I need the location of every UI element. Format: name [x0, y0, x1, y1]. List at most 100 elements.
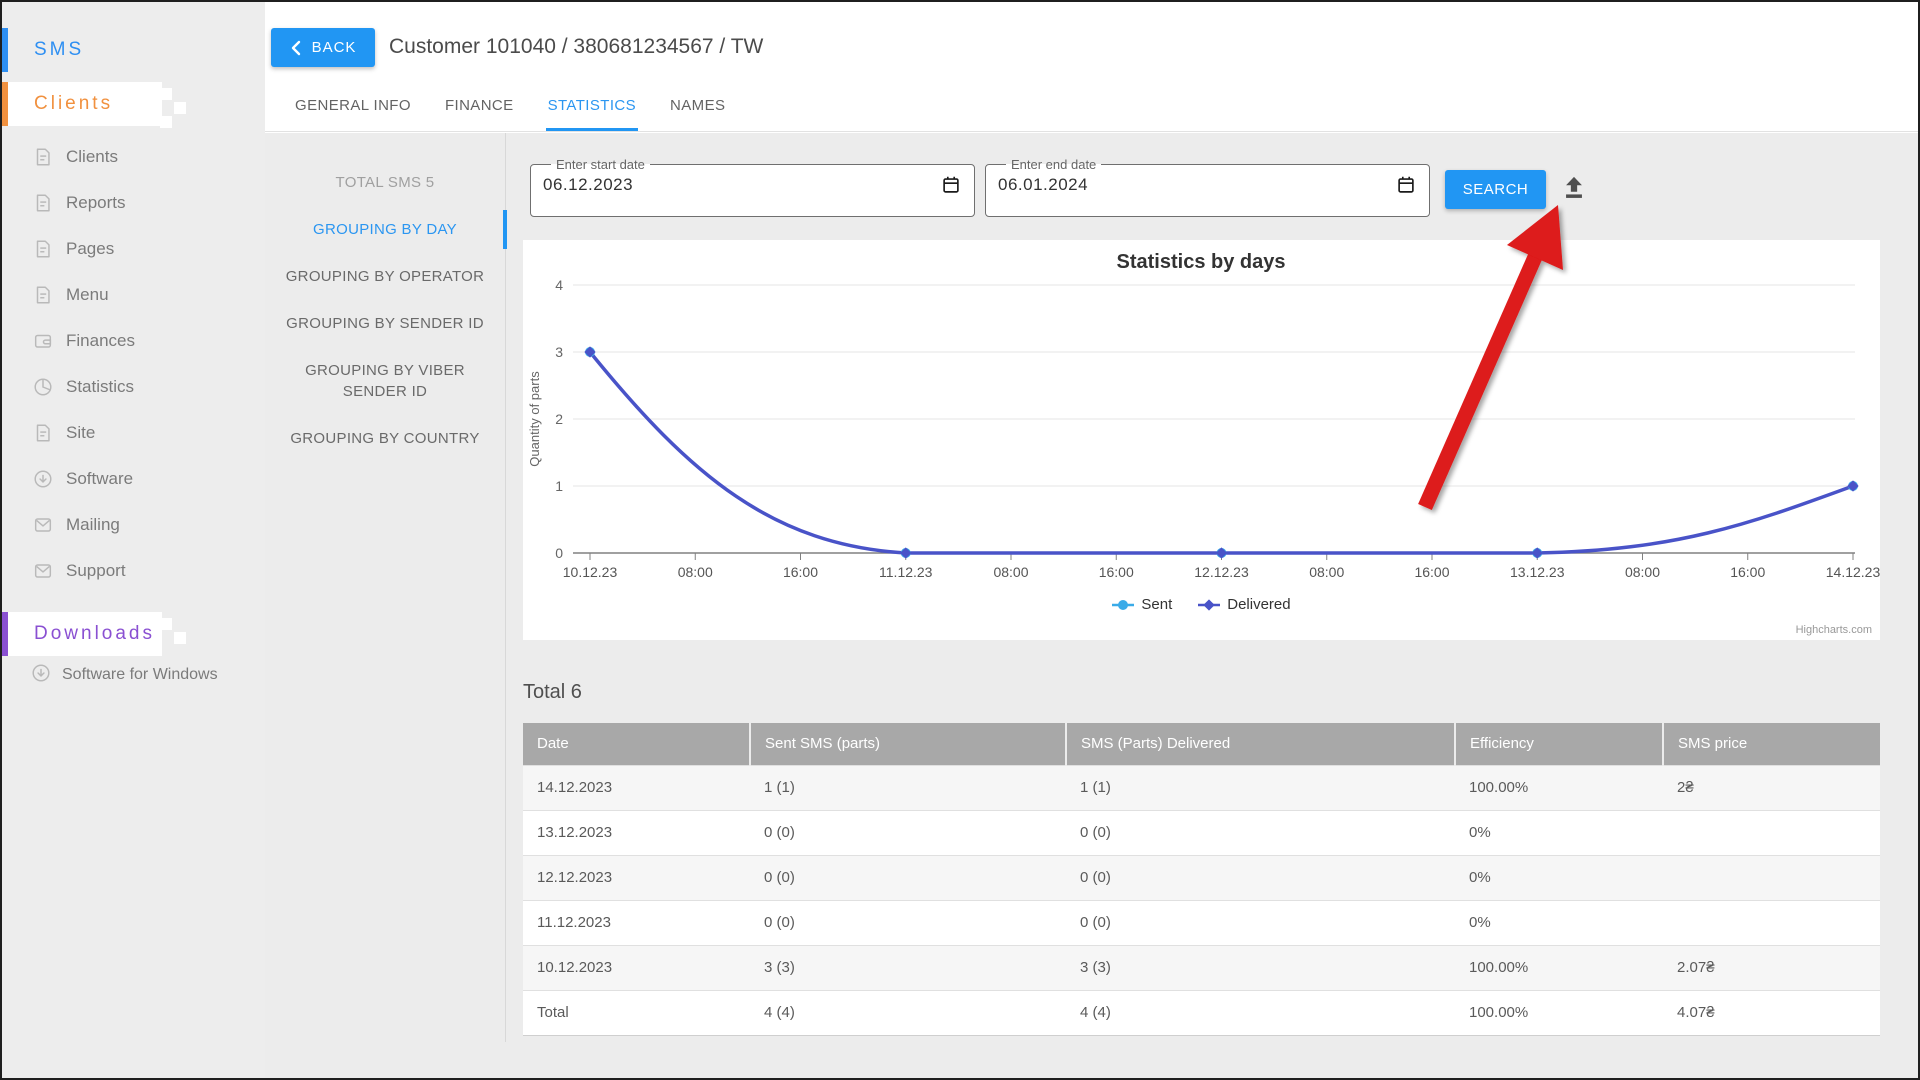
download-circle-icon — [30, 662, 52, 684]
calendar-icon[interactable] — [1395, 174, 1417, 196]
search-button[interactable]: SEARCH — [1445, 170, 1546, 209]
x-axis-tick-label: 16:00 — [783, 564, 818, 580]
table-total-heading: Total 6 — [523, 681, 582, 704]
table-cell: 4.07₴ — [1663, 990, 1880, 1035]
table-row: Total4 (4)4 (4)100.00%4.07₴ — [523, 990, 1880, 1035]
grouping-item-grouping-by-operator[interactable]: GROUPING BY OPERATOR — [265, 253, 505, 300]
table-cell: 0% — [1455, 855, 1663, 900]
x-axis-tick-label: 13.12.23 — [1510, 564, 1565, 580]
chevron-left-icon — [290, 39, 302, 57]
grouping-total-sms: TOTAL SMS 5 — [265, 159, 505, 206]
sidebar-item-label: Menu — [66, 285, 109, 305]
downloads-accent-bar — [2, 612, 8, 656]
export-upload-icon[interactable] — [1560, 173, 1588, 203]
sidebar-item-mailing[interactable]: Mailing — [2, 502, 265, 548]
document-icon — [32, 422, 54, 444]
y-axis-title: Quantity of parts — [527, 371, 542, 467]
delivered-data-point[interactable] — [1847, 480, 1858, 491]
table-cell: 0% — [1455, 900, 1663, 945]
table-cell: 0 (0) — [1066, 810, 1455, 855]
app-window: SMS Clients ClientsReportsPagesMenuFinan… — [0, 0, 1920, 1080]
sidebar-item-site[interactable]: Site — [2, 410, 265, 456]
envelope-icon — [32, 560, 54, 582]
sidebar-item-label: Pages — [66, 239, 114, 259]
start-date-field[interactable]: Enter start date — [530, 157, 975, 217]
start-date-input[interactable] — [543, 175, 903, 195]
y-axis-tick-label: 2 — [555, 411, 563, 427]
grouping-item-grouping-by-viber-sender-id[interactable]: GROUPING BY VIBER SENDER ID — [265, 347, 505, 415]
statistics-chart: 0123410.12.2308:0016:0011.12.2308:0016:0… — [523, 240, 1880, 640]
tab-statistics[interactable]: STATISTICS — [546, 85, 638, 131]
statistics-table: DateSent SMS (parts)SMS (Parts) Delivere… — [523, 723, 1880, 1036]
x-axis-tick-label: 11.12.23 — [879, 564, 933, 580]
back-button-label: BACK — [312, 39, 357, 56]
highcharts-credit[interactable]: Highcharts.com — [1796, 624, 1872, 636]
x-axis-tick-label: 08:00 — [678, 564, 713, 580]
sidebar-item-support[interactable]: Support — [2, 548, 265, 594]
chart-title: Statistics by days — [1117, 251, 1286, 273]
table-cell: 10.12.2023 — [523, 945, 750, 990]
sidebar-item-label: Support — [66, 561, 126, 581]
sidebar-item-pages[interactable]: Pages — [2, 226, 265, 272]
grouping-item-grouping-by-day[interactable]: GROUPING BY DAY — [265, 206, 505, 253]
document-icon — [32, 238, 54, 260]
sidebar-item-label: Statistics — [66, 377, 134, 397]
table-cell: Total — [523, 990, 750, 1035]
delivered-series-line[interactable] — [590, 352, 1853, 553]
delivered-data-point[interactable] — [1216, 547, 1227, 558]
column-header-date: Date — [523, 723, 750, 765]
sidebar-item-clients[interactable]: Clients — [2, 134, 265, 180]
chart-legend: Sent Delivered — [523, 596, 1880, 613]
pixel-decoration — [174, 632, 186, 644]
table-cell: 1 (1) — [750, 765, 1066, 810]
calendar-icon[interactable] — [940, 174, 962, 196]
delivered-data-point[interactable] — [900, 547, 911, 558]
delivered-data-point[interactable] — [1532, 547, 1543, 558]
table-cell: 0 (0) — [750, 900, 1066, 945]
sidebar-section-label: Clients — [34, 93, 113, 115]
grouping-item-grouping-by-country[interactable]: GROUPING BY COUNTRY — [265, 415, 505, 462]
sidebar: SMS Clients ClientsReportsPagesMenuFinan… — [2, 2, 265, 1078]
grouping-item-grouping-by-sender-id[interactable]: GROUPING BY SENDER ID — [265, 300, 505, 347]
table-cell: 0 (0) — [1066, 900, 1455, 945]
tab-names[interactable]: NAMES — [668, 85, 727, 131]
x-axis-tick-label: 10.12.23 — [563, 564, 618, 580]
sidebar-section-clients[interactable]: Clients — [2, 82, 265, 126]
table-header-row: DateSent SMS (parts)SMS (Parts) Delivere… — [523, 723, 1880, 765]
table-cell: 100.00% — [1455, 765, 1663, 810]
legend-item-sent[interactable]: Sent — [1112, 596, 1172, 613]
envelope-icon — [32, 514, 54, 536]
table-cell: 0 (0) — [1066, 855, 1455, 900]
legend-marker-circle — [1112, 598, 1134, 612]
sidebar-item-statistics[interactable]: Statistics — [2, 364, 265, 410]
table-cell: 2.07₴ — [1663, 945, 1880, 990]
sidebar-section-sms[interactable]: SMS — [2, 28, 265, 72]
table-cell: 2₴ — [1663, 765, 1880, 810]
y-axis-tick-label: 1 — [555, 478, 563, 494]
table-cell — [1663, 855, 1880, 900]
column-header-sms-price: SMS price — [1663, 723, 1880, 765]
sidebar-item-software[interactable]: Software — [2, 456, 265, 502]
end-date-label: Enter end date — [1006, 157, 1101, 172]
table-cell: 0 (0) — [750, 855, 1066, 900]
tab-general-info[interactable]: GENERAL INFO — [293, 85, 413, 131]
sidebar-item-finances[interactable]: Finances — [2, 318, 265, 364]
sidebar-item-reports[interactable]: Reports — [2, 180, 265, 226]
pixel-decoration — [160, 116, 172, 128]
sidebar-item-menu[interactable]: Menu — [2, 272, 265, 318]
x-axis-tick-label: 12.12.23 — [1194, 564, 1249, 580]
sidebar-section-label: SMS — [34, 39, 84, 61]
end-date-field[interactable]: Enter end date — [985, 157, 1430, 217]
tab-finance[interactable]: FINANCE — [443, 85, 516, 131]
document-icon — [32, 146, 54, 168]
back-button[interactable]: BACK — [271, 28, 375, 67]
downloads-item-software-for-windows[interactable]: Software for Windows — [2, 656, 265, 694]
x-axis-tick-label: 08:00 — [1309, 564, 1344, 580]
sidebar-section-downloads[interactable]: Downloads — [2, 612, 265, 656]
legend-item-delivered[interactable]: Delivered — [1198, 596, 1290, 613]
end-date-input[interactable] — [998, 175, 1358, 195]
sidebar-item-label: Finances — [66, 331, 135, 351]
column-header-efficiency: Efficiency — [1455, 723, 1663, 765]
x-axis-tick-label: 14.12.23 — [1826, 564, 1880, 580]
table-cell: 100.00% — [1455, 945, 1663, 990]
